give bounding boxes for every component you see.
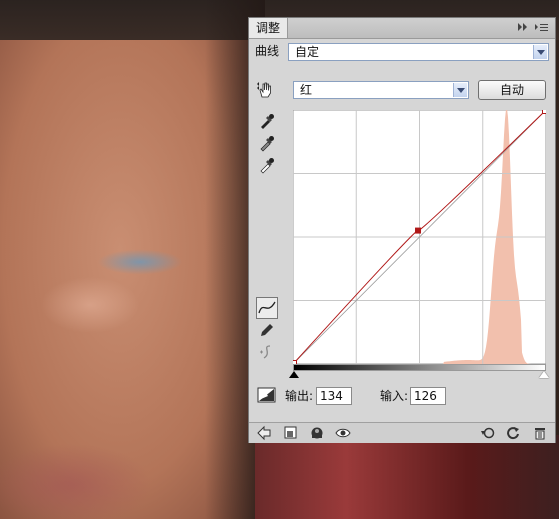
input-label: 输入: <box>380 389 409 403</box>
reset-icon[interactable] <box>505 425 521 441</box>
channel-value: 红 <box>300 83 313 97</box>
panel-titlebar: 调整 <box>249 18 555 39</box>
white-eyedropper-icon[interactable] <box>258 156 276 174</box>
curve-point-selected[interactable] <box>415 227 422 234</box>
gray-eyedropper-icon[interactable] <box>258 134 276 152</box>
adjustment-type-label: 曲线 <box>255 44 280 58</box>
chevron-down-icon <box>533 45 547 59</box>
chevron-down-icon <box>453 83 467 97</box>
input-field[interactable]: 126 <box>410 387 446 405</box>
preset-value: 自定 <box>295 45 320 59</box>
white-point-slider[interactable] <box>539 371 549 378</box>
mask-icon[interactable] <box>309 425 325 441</box>
channel-select[interactable]: 红 <box>293 81 469 99</box>
panel-footer <box>249 422 555 443</box>
preset-select[interactable]: 自定 <box>288 43 549 61</box>
smooth-icon[interactable] <box>258 343 276 361</box>
curve-point-white[interactable] <box>542 110 547 114</box>
trash-icon[interactable] <box>532 425 548 441</box>
panel-menu-icon[interactable] <box>535 22 549 34</box>
curves-graph[interactable] <box>293 110 546 364</box>
previous-state-icon[interactable] <box>479 425 495 441</box>
output-label: 输出: <box>285 389 314 403</box>
red-clothing-region <box>255 435 559 519</box>
black-point-slider[interactable] <box>289 371 299 378</box>
clip-to-layer-icon[interactable] <box>283 425 299 441</box>
black-eyedropper-icon[interactable] <box>258 112 276 130</box>
eye-icon[interactable] <box>335 425 351 441</box>
hand-adjust-icon[interactable] <box>255 80 273 98</box>
input-gradient-ramp <box>293 364 546 371</box>
tab-adjustments[interactable]: 调整 <box>249 18 288 38</box>
auto-button[interactable]: 自动 <box>478 80 546 100</box>
pencil-icon[interactable] <box>258 321 276 339</box>
clipping-warning-icon[interactable] <box>257 386 277 404</box>
output-field[interactable]: 134 <box>316 387 352 405</box>
back-arrow-icon[interactable] <box>256 425 272 441</box>
adjustments-panel: 调整 曲线 自定 红 自动 输出: 134 输入: 126 <box>248 17 556 443</box>
double-arrow-icon[interactable] <box>517 22 529 34</box>
curve-tool-icon[interactable] <box>256 297 278 319</box>
